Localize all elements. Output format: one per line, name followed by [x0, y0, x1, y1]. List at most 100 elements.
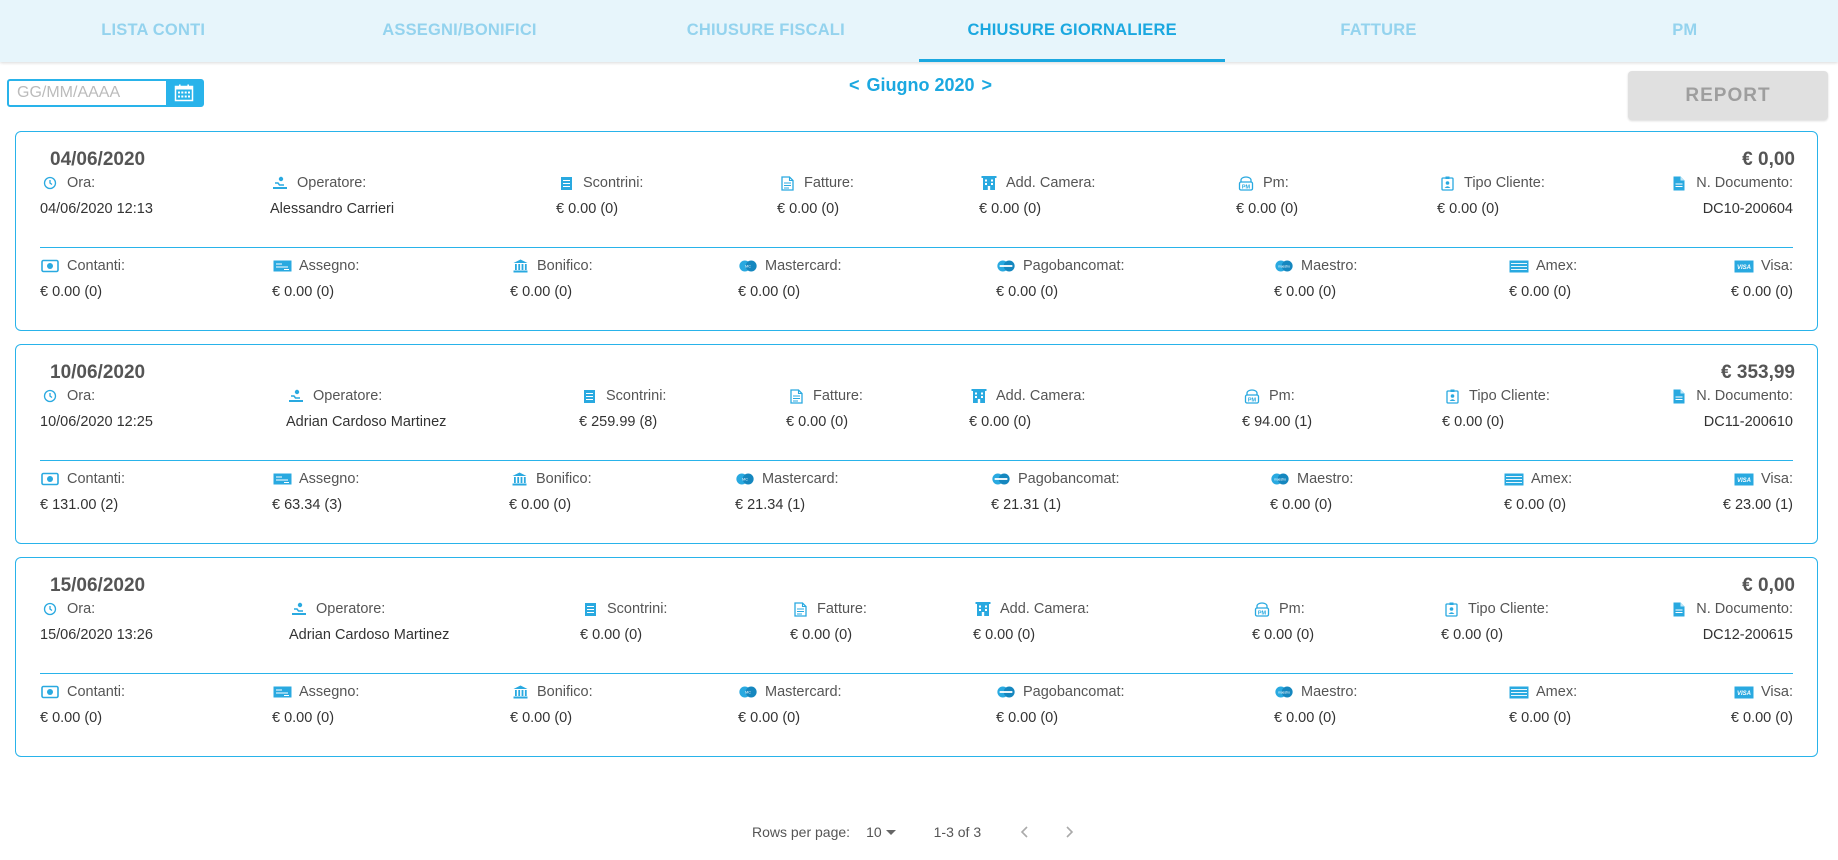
- svg-text:PM: PM: [1258, 610, 1267, 616]
- card-divider: [40, 460, 1793, 461]
- closure-field: N. Documento: DC11-200610: [1669, 387, 1793, 430]
- svg-text:PM: PM: [1248, 397, 1257, 403]
- field-value: € 21.34 (1): [735, 497, 806, 513]
- chevron-left-icon: [1020, 826, 1028, 838]
- calendar-button[interactable]: [166, 81, 202, 105]
- hotel-icon: [979, 175, 999, 191]
- field-value: € 0.00 (0): [1274, 710, 1337, 726]
- closure-card[interactable]: 10/06/2020 € 353,99 Ora: 10/06/2020 12:25 Op…: [15, 344, 1818, 544]
- closure-field: Ora: 15/06/2020 13:26: [40, 600, 153, 643]
- closure-field: Pagobancomat: € 21.31 (1): [991, 470, 1120, 513]
- date-input[interactable]: [9, 81, 166, 105]
- prev-month-button[interactable]: <: [849, 75, 860, 96]
- field-label: Maestro:: [1301, 258, 1358, 274]
- field-value: 04/06/2020 12:13: [40, 201, 153, 217]
- field-label-row: N. Documento:: [1669, 174, 1793, 192]
- field-value: € 0.00 (0): [979, 201, 1042, 217]
- client-badge-icon: [1437, 175, 1457, 191]
- field-label-row: Contanti:: [40, 257, 125, 275]
- field-label: N. Documento:: [1696, 601, 1793, 617]
- field-label-row: Fatture:: [777, 174, 854, 192]
- field-value: € 131.00 (2): [40, 497, 119, 513]
- tab-lista-conti[interactable]: LISTA CONTI: [0, 0, 306, 62]
- field-label-row: Pagobancomat:: [996, 257, 1125, 275]
- month-navigator: < Giugno 2020 >: [849, 75, 992, 96]
- svg-text:MC: MC: [745, 690, 751, 694]
- pagobancomat-icon: [996, 684, 1016, 700]
- closure-field: PM Pm: € 0.00 (0): [1236, 174, 1298, 217]
- month-label: Giugno 2020: [866, 75, 975, 95]
- closure-card[interactable]: 15/06/2020 € 0,00 Ora: 15/06/2020 13:26 Oper…: [15, 557, 1818, 757]
- closure-card[interactable]: 04/06/2020 € 0,00 Ora: 04/06/2020 12:13 Oper…: [15, 131, 1818, 331]
- tab-chiusure-giornaliere[interactable]: CHIUSURE GIORNALIERE: [918, 0, 1226, 62]
- closure-field: MC Mastercard: € 21.34 (1): [735, 470, 839, 513]
- field-label-row: Ora:: [40, 600, 153, 618]
- tab-fatture[interactable]: FATTURE: [1225, 0, 1531, 62]
- field-value: Adrian Cardoso Martinez: [289, 627, 450, 643]
- field-label-row: N. Documento:: [1669, 600, 1793, 618]
- field-label-row: Scontrini:: [580, 600, 667, 618]
- closure-field: Pagobancomat: € 0.00 (0): [996, 683, 1125, 726]
- field-label: Ora:: [67, 175, 96, 191]
- field-value: DC12-200615: [1702, 627, 1793, 643]
- closure-date: 04/06/2020: [50, 149, 146, 170]
- field-label: Scontrini:: [583, 175, 644, 191]
- field-label: Assegno:: [299, 258, 360, 274]
- closure-field: PM Pm: € 94.00 (1): [1242, 387, 1312, 430]
- svg-text:maestro: maestro: [1274, 477, 1286, 481]
- field-label: Visa:: [1761, 684, 1793, 700]
- closure-total: € 0,00: [1742, 149, 1795, 170]
- field-label: Tipo Cliente:: [1468, 601, 1549, 617]
- rows-per-page-label: Rows per page:: [752, 824, 851, 840]
- closure-total: € 0,00: [1742, 575, 1795, 596]
- closure-field: Operatore: Adrian Cardoso Martinez: [289, 600, 449, 643]
- next-page-button[interactable]: [1063, 825, 1075, 839]
- field-label: Assegno:: [299, 471, 360, 487]
- field-value: € 0.00 (0): [272, 284, 335, 300]
- field-value: € 0.00 (0): [738, 710, 801, 726]
- document-icon: [1669, 175, 1689, 191]
- field-label-row: MC Mastercard:: [735, 470, 839, 488]
- pagobancomat-icon: [996, 258, 1016, 274]
- closure-field: VISA Visa: € 23.00 (1): [1723, 470, 1793, 513]
- field-value: € 0.00 (0): [1442, 414, 1505, 430]
- closure-field: Add. Camera: € 0.00 (0): [973, 600, 1089, 643]
- field-label-row: Bonifico:: [509, 470, 592, 488]
- field-label: Amex:: [1536, 684, 1578, 700]
- receipt-icon: [556, 175, 576, 191]
- field-label-row: PM Pm:: [1236, 174, 1298, 192]
- prev-page-button[interactable]: [1019, 825, 1031, 839]
- tab-chiusure-fiscali[interactable]: CHIUSURE FISCALI: [613, 0, 919, 62]
- card-divider: [40, 673, 1793, 674]
- field-label: Tipo Cliente:: [1469, 388, 1550, 404]
- tab-pm[interactable]: PM: [1532, 0, 1838, 62]
- field-label: Mastercard:: [765, 684, 842, 700]
- field-value: € 0.00 (0): [509, 497, 572, 513]
- cash-icon: [40, 258, 60, 274]
- field-label: Bonifico:: [537, 684, 593, 700]
- field-label: Pm:: [1263, 175, 1289, 191]
- operator-icon: [289, 601, 309, 617]
- report-button[interactable]: REPORT: [1628, 71, 1828, 120]
- pm-icon: PM: [1252, 601, 1272, 617]
- field-label-row: Fatture:: [790, 600, 867, 618]
- field-label-row: PM Pm:: [1252, 600, 1314, 618]
- closure-field: Tipo Cliente: € 0.00 (0): [1441, 600, 1549, 643]
- field-value: € 0.00 (0): [580, 627, 643, 643]
- svg-text:VISA: VISA: [1737, 478, 1751, 484]
- field-label: Ora:: [67, 601, 96, 617]
- visa-icon: VISA: [1734, 258, 1754, 274]
- field-value: € 0.00 (0): [510, 710, 573, 726]
- field-label-row: Tipo Cliente:: [1441, 600, 1549, 618]
- rows-per-page-select[interactable]: 10: [866, 824, 900, 840]
- field-value: € 0.00 (0): [777, 201, 840, 217]
- field-label: Visa:: [1761, 471, 1793, 487]
- document-icon: [1669, 388, 1689, 404]
- svg-text:maestro: maestro: [1278, 264, 1290, 268]
- next-month-button[interactable]: >: [982, 75, 993, 96]
- tab-assegni-bonifici[interactable]: ASSEGNI/BONIFICI: [306, 0, 612, 62]
- clock-icon: [40, 601, 60, 617]
- closure-field: Amex: € 0.00 (0): [1509, 683, 1577, 726]
- clock-icon: [40, 388, 60, 404]
- field-label-row: Pagobancomat:: [991, 470, 1120, 488]
